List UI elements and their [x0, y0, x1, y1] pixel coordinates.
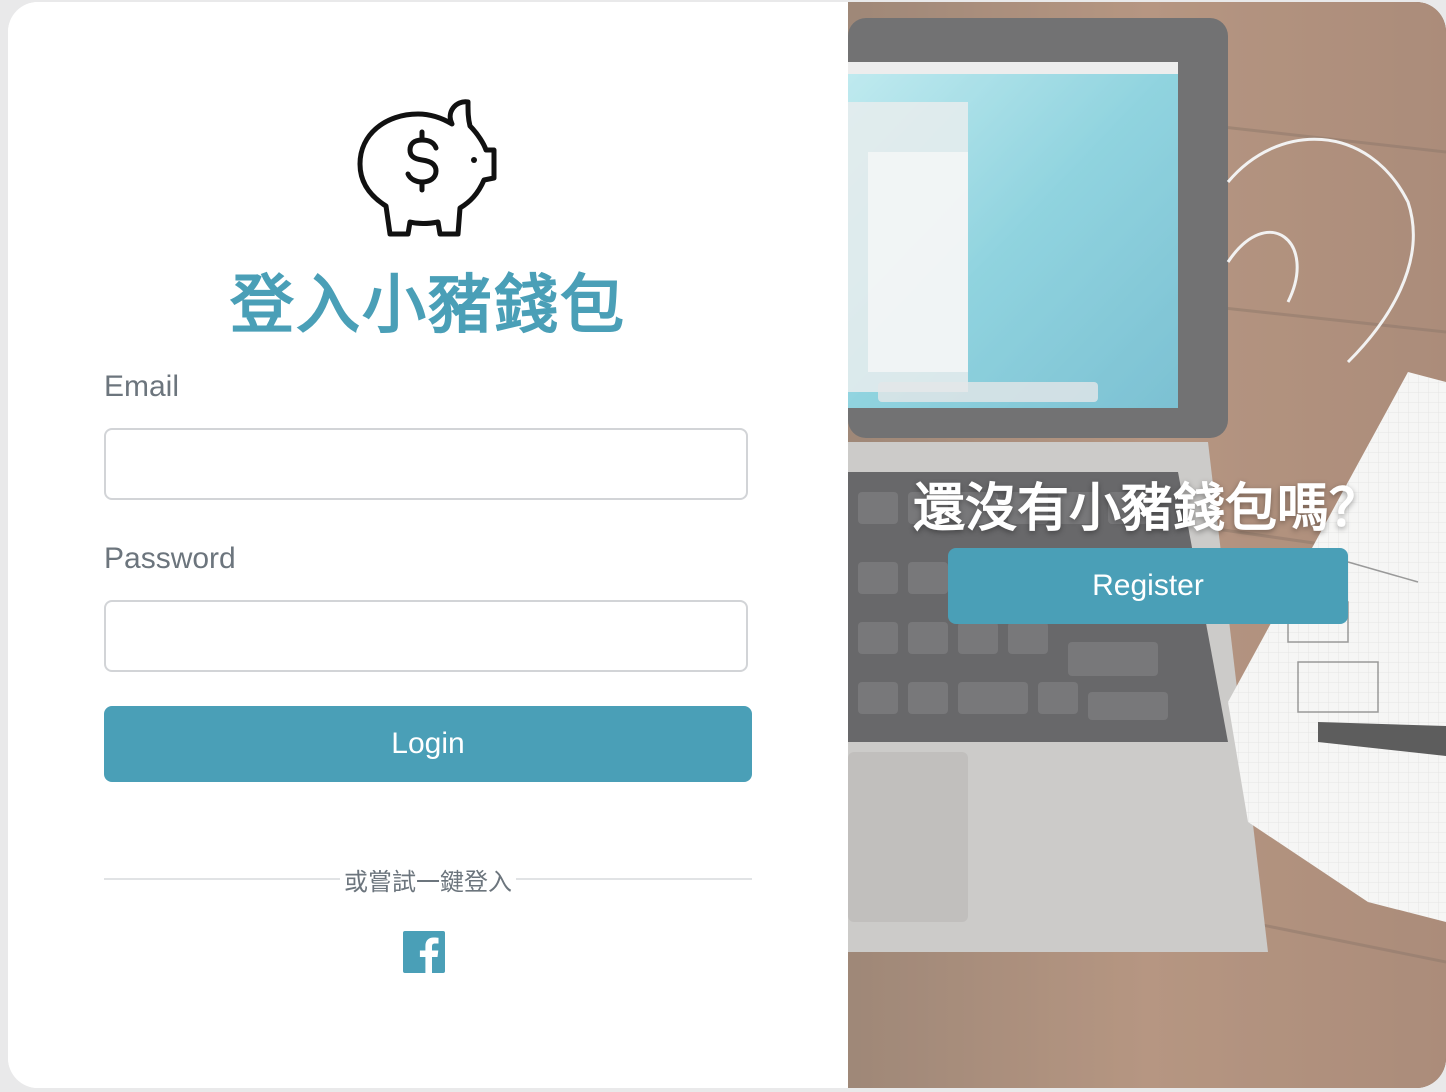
register-button[interactable]: Register: [948, 548, 1348, 624]
divider: 或嘗試一鍵登入: [8, 862, 848, 897]
facebook-login-button[interactable]: [403, 931, 445, 973]
piggy-bank-dollar-icon: [357, 99, 497, 237]
login-panel: 登入小豬錢包 Email Password Login 或嘗試一鍵登入: [8, 2, 848, 1088]
page-title: 登入小豬錢包: [230, 269, 626, 343]
social-login-text: 或嘗試一鍵登入: [340, 868, 516, 896]
photo-overlay: [848, 2, 1446, 1088]
login-card: 登入小豬錢包 Email Password Login 或嘗試一鍵登入 還沒有小…: [8, 2, 1446, 1088]
password-label: Password: [104, 542, 236, 575]
register-prompt: 還沒有小豬錢包嗎？: [912, 479, 1381, 539]
email-field[interactable]: [104, 428, 748, 500]
register-panel: 還沒有小豬錢包嗎？ Register: [848, 2, 1446, 1088]
password-field[interactable]: [104, 600, 748, 672]
facebook-icon: [419, 937, 439, 973]
email-label: Email: [104, 370, 180, 403]
login-button[interactable]: Login: [104, 706, 752, 782]
